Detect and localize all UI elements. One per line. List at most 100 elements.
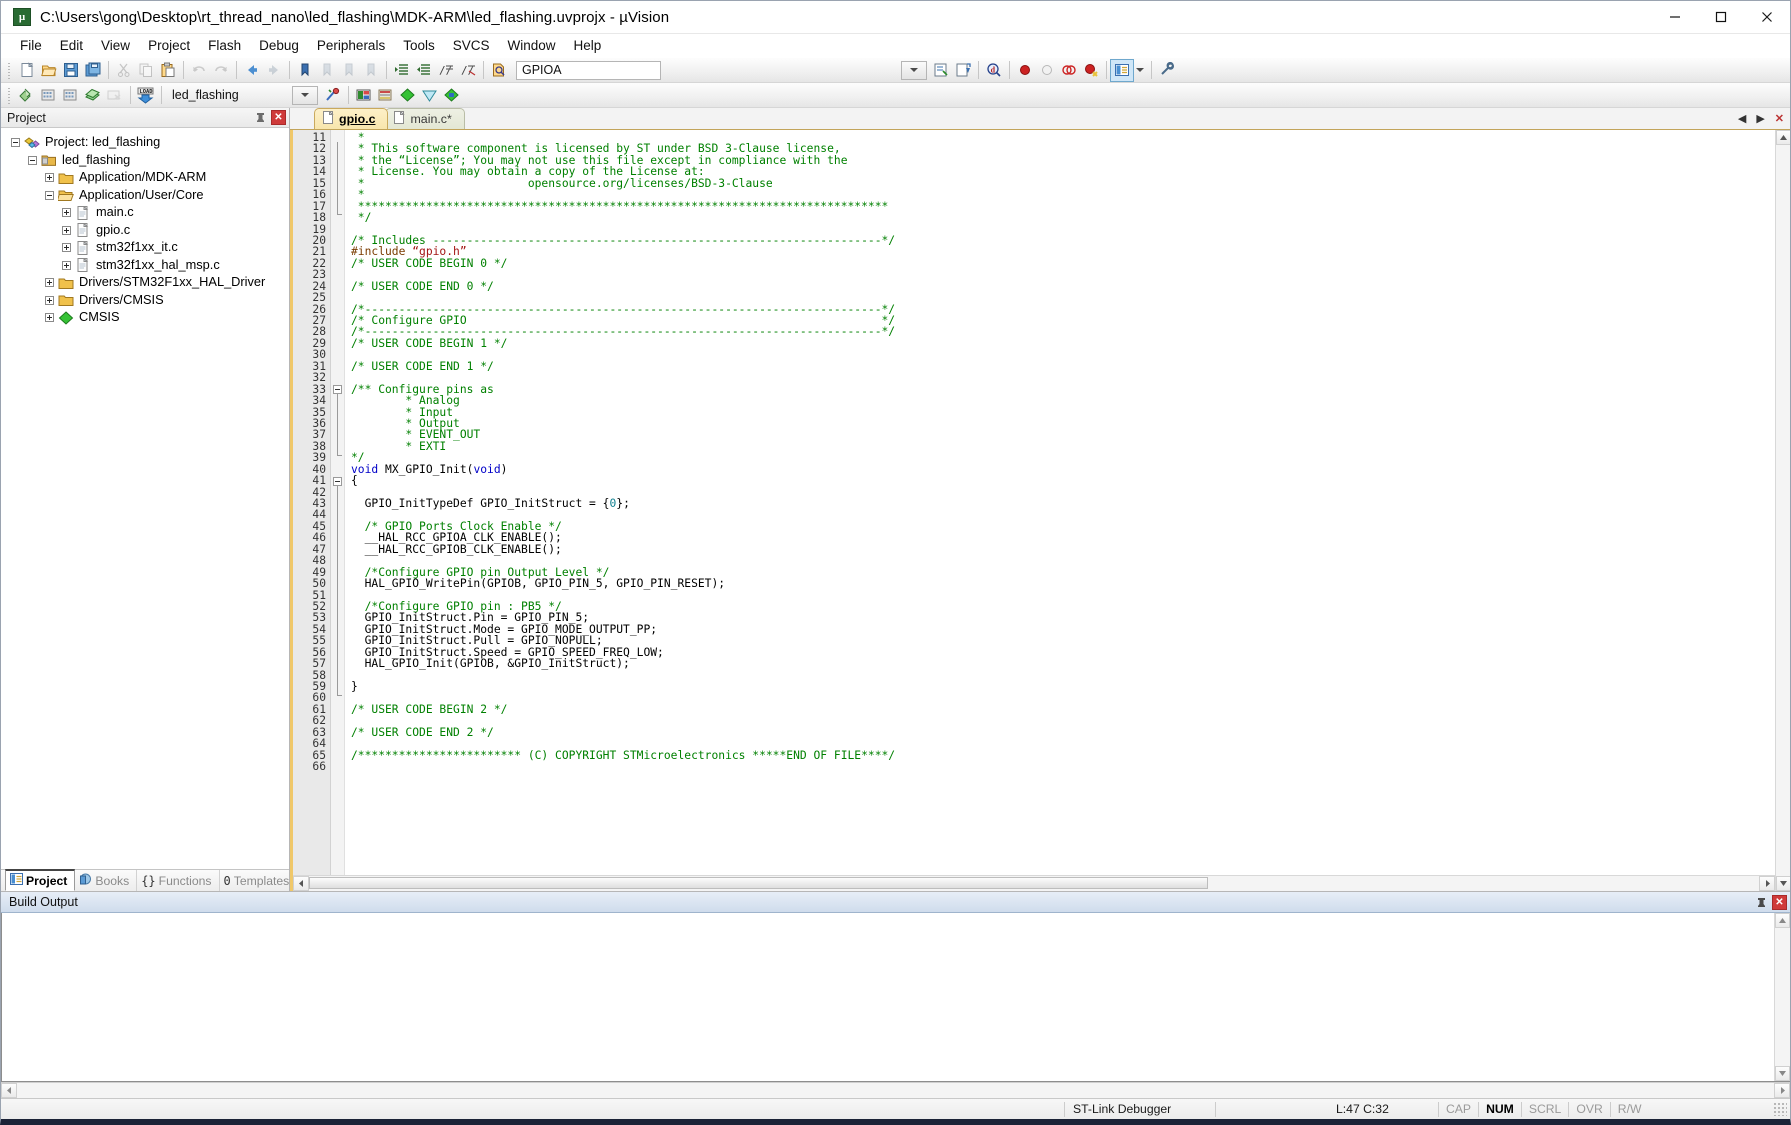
code-line[interactable] xyxy=(351,269,1775,280)
expand-icon[interactable] xyxy=(45,295,54,305)
code-line[interactable]: { xyxy=(351,475,1775,486)
manage-runtime-icon[interactable] xyxy=(441,85,463,106)
code-line[interactable] xyxy=(351,349,1775,360)
close-button[interactable] xyxy=(1744,1,1790,33)
fold-cell[interactable] xyxy=(331,372,344,383)
build-vscroll-track[interactable] xyxy=(1774,928,1790,1066)
code-line[interactable]: HAL_GPIO_Init(GPIOB, &GPIO_InitStruct); xyxy=(351,658,1775,669)
code-line[interactable]: void MX_GPIO_Init(void) xyxy=(351,463,1775,475)
fold-cell[interactable] xyxy=(331,715,344,726)
tab-functions[interactable]: {} Functions xyxy=(137,870,220,891)
fold-cell[interactable] xyxy=(331,281,344,292)
pin-icon[interactable] xyxy=(1754,895,1769,910)
breakpoint-insert-icon[interactable] xyxy=(1014,60,1036,81)
editor-tab-main-c[interactable]: main.c* xyxy=(385,108,465,129)
find-in-files-icon[interactable] xyxy=(488,60,510,81)
undo-icon[interactable] xyxy=(188,60,210,81)
menu-view[interactable]: View xyxy=(92,35,139,56)
code-vertical-scrollbar[interactable] xyxy=(1775,130,1790,891)
vscroll-down-arrow[interactable] xyxy=(1775,876,1790,891)
tree-item[interactable]: Drivers/CMSIS xyxy=(1,292,289,310)
fold-cell[interactable] xyxy=(331,738,344,749)
project-window-dropdown[interactable] xyxy=(1133,60,1147,81)
navigate-forward-icon[interactable] xyxy=(263,60,285,81)
fold-cell[interactable] xyxy=(331,315,344,326)
build-output-body[interactable] xyxy=(1,913,1790,1082)
code-line[interactable]: * EXTI xyxy=(351,441,1775,452)
code-line[interactable] xyxy=(351,509,1775,520)
fold-cell[interactable] xyxy=(331,269,344,280)
menu-file[interactable]: File xyxy=(11,35,51,56)
code-line[interactable]: * Output xyxy=(351,418,1775,429)
menu-debug[interactable]: Debug xyxy=(250,35,308,56)
code-line[interactable]: /* USER CODE END 1 */ xyxy=(351,361,1775,372)
breakpoint-disable-all-icon[interactable] xyxy=(1058,60,1080,81)
code-line[interactable]: #include “gpio.h” xyxy=(351,246,1775,257)
pack-installer-icon[interactable] xyxy=(397,85,419,106)
expand-icon[interactable] xyxy=(45,313,54,323)
rebuild-icon[interactable] xyxy=(60,85,82,106)
breakpoint-disable-icon[interactable] xyxy=(1036,60,1058,81)
collapse-icon[interactable] xyxy=(28,155,37,165)
uncomment-icon[interactable]: // xyxy=(457,60,479,81)
tree-item[interactable]: Application/MDK-ARM xyxy=(1,169,289,187)
menu-edit[interactable]: Edit xyxy=(51,35,92,56)
collapse-icon[interactable] xyxy=(11,138,20,148)
indent-icon[interactable] xyxy=(391,60,413,81)
tree-item[interactable]: Application/User/Core xyxy=(1,187,289,205)
tree-item[interactable]: CMSIS xyxy=(1,309,289,327)
code-line[interactable]: */ xyxy=(351,452,1775,463)
code-line[interactable] xyxy=(351,372,1775,383)
stop-build-icon[interactable] xyxy=(104,85,126,106)
hscroll-track[interactable] xyxy=(309,876,1759,891)
tree-item[interactable]: main.c xyxy=(1,204,289,222)
menu-window[interactable]: Window xyxy=(498,35,564,56)
code-line[interactable] xyxy=(351,692,1775,703)
resize-grip[interactable] xyxy=(1773,1102,1787,1116)
fold-collapse-icon[interactable] xyxy=(333,476,342,486)
target-options-icon[interactable] xyxy=(322,85,344,106)
fold-cell[interactable] xyxy=(331,727,344,738)
toolbar-grip[interactable] xyxy=(6,61,13,79)
menu-flash[interactable]: Flash xyxy=(199,35,250,56)
code-line[interactable]: ****************************************… xyxy=(351,200,1775,212)
expand-icon[interactable] xyxy=(45,278,54,288)
tree-item[interactable]: stm32f1xx_hal_msp.c xyxy=(1,257,289,275)
fold-cell[interactable] xyxy=(331,750,344,761)
fold-cell[interactable] xyxy=(331,338,344,349)
comment-icon[interactable]: // xyxy=(435,60,457,81)
code-line[interactable] xyxy=(351,761,1775,772)
build-output-text[interactable] xyxy=(2,913,1774,1081)
tab-close-icon[interactable]: ✕ xyxy=(1775,112,1784,125)
copy-icon[interactable] xyxy=(135,60,157,81)
code-line[interactable]: * opensource.org/licenses/BSD-3-Clause xyxy=(351,178,1775,189)
fold-cell[interactable] xyxy=(331,292,344,303)
code-line[interactable]: /* Includes ----------------------------… xyxy=(351,235,1775,246)
hscroll-thumb[interactable] xyxy=(309,877,1208,889)
code-line[interactable]: /* GPIO Ports Clock Enable */ xyxy=(351,521,1775,532)
fold-cell[interactable] xyxy=(331,761,344,772)
code-folding-column[interactable] xyxy=(331,130,345,875)
open-file-icon[interactable] xyxy=(38,60,60,81)
build-hscroll-track[interactable] xyxy=(17,1083,1774,1098)
collapse-icon[interactable] xyxy=(45,190,54,200)
target-selector-dropdown[interactable] xyxy=(292,85,318,105)
build-horizontal-scrollbar[interactable] xyxy=(1,1082,1790,1098)
tree-item[interactable]: led_flashing xyxy=(1,152,289,170)
code-line[interactable] xyxy=(351,590,1775,601)
new-file-icon[interactable] xyxy=(16,60,38,81)
menu-tools[interactable]: Tools xyxy=(394,35,444,56)
fold-cell[interactable] xyxy=(331,704,344,715)
menu-help[interactable]: Help xyxy=(565,35,611,56)
code-line[interactable]: } xyxy=(351,681,1775,692)
code-line[interactable]: /* USER CODE BEGIN 0 */ xyxy=(351,258,1775,269)
bookmark-toggle-icon[interactable] xyxy=(294,60,316,81)
build-icon[interactable] xyxy=(38,85,60,106)
breakpoint-kill-all-icon[interactable] xyxy=(1080,60,1102,81)
fold-cell[interactable] xyxy=(331,258,344,269)
fold-cell[interactable] xyxy=(331,224,344,235)
build-vscroll-down-arrow[interactable] xyxy=(1774,1066,1790,1081)
fold-cell[interactable] xyxy=(331,235,344,246)
configure-icon[interactable] xyxy=(1156,60,1178,81)
menu-project[interactable]: Project xyxy=(139,35,199,56)
